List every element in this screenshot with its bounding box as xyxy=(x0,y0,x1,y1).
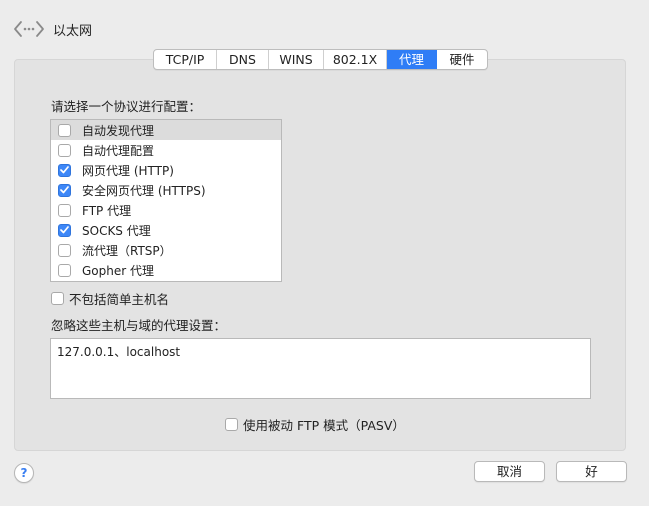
list-item-auto-discovery[interactable]: 自动发现代理 xyxy=(51,120,281,140)
list-item-socks[interactable]: SOCKS 代理 xyxy=(51,220,281,240)
list-item-label: 自动发现代理 xyxy=(82,123,155,138)
list-item-http[interactable]: 网页代理 (HTTP) xyxy=(51,160,281,180)
list-item-label: FTP 代理 xyxy=(82,203,132,218)
header: 以太网 xyxy=(0,0,649,56)
passive-ftp-option[interactable]: 使用被动 FTP 模式（PASV） xyxy=(225,415,405,434)
checkbox[interactable] xyxy=(58,183,71,197)
passive-ftp-label: 使用被动 FTP 模式（PASV） xyxy=(243,418,405,433)
tab-wins[interactable]: WINS xyxy=(269,50,324,69)
ok-button[interactable]: 好 xyxy=(556,461,627,482)
exclude-simple-checkbox[interactable] xyxy=(51,292,64,305)
help-button[interactable]: ? xyxy=(14,463,34,483)
checkbox[interactable] xyxy=(58,163,71,177)
checkbox[interactable] xyxy=(58,223,71,237)
back-forward-icon[interactable] xyxy=(13,15,45,43)
checkbox[interactable] xyxy=(58,143,71,157)
list-item-ftp[interactable]: FTP 代理 xyxy=(51,200,281,220)
tab-bar: TCP/IP DNS WINS 802.1X 代理 硬件 xyxy=(153,49,488,70)
bypass-hosts-field[interactable]: 127.0.0.1、localhost xyxy=(50,338,591,399)
protocol-list-label: 请选择一个协议进行配置： xyxy=(51,99,202,114)
bypass-label: 忽略这些主机与域的代理设置： xyxy=(51,318,227,333)
list-item-gopher[interactable]: Gopher 代理 xyxy=(51,260,281,280)
list-item-label: SOCKS 代理 xyxy=(82,223,151,238)
window-title: 以太网 xyxy=(53,24,93,39)
tab-hardware[interactable]: 硬件 xyxy=(437,50,487,69)
checkbox[interactable] xyxy=(58,263,71,277)
list-item-label: 安全网页代理 (HTTPS) xyxy=(82,183,206,198)
network-advanced-window: 以太网 TCP/IP DNS WINS 802.1X 代理 硬件 请选择一个协议… xyxy=(0,0,649,506)
checkbox[interactable] xyxy=(58,203,71,217)
list-item-label: Gopher 代理 xyxy=(82,263,154,278)
exclude-simple-hostnames[interactable]: 不包括简单主机名 xyxy=(51,289,169,308)
checkbox[interactable] xyxy=(58,123,71,137)
list-item-rtsp[interactable]: 流代理（RTSP） xyxy=(51,240,281,260)
passive-ftp-checkbox[interactable] xyxy=(225,418,238,431)
tab-dns[interactable]: DNS xyxy=(217,50,269,69)
list-item-label: 流代理（RTSP） xyxy=(82,243,172,258)
tab-tcpip[interactable]: TCP/IP xyxy=(154,50,217,69)
list-item-label: 自动代理配置 xyxy=(82,143,155,158)
cancel-button[interactable]: 取消 xyxy=(474,461,545,482)
exclude-simple-label: 不包括简单主机名 xyxy=(69,292,170,307)
checkbox[interactable] xyxy=(58,243,71,257)
tab-8021x[interactable]: 802.1X xyxy=(324,50,387,69)
tab-proxies[interactable]: 代理 xyxy=(387,50,437,69)
list-item-label: 网页代理 (HTTP) xyxy=(82,163,174,178)
protocol-list: 自动发现代理 自动代理配置 网页代理 (HTTP) 安全网页代理 (HTTPS)… xyxy=(50,119,282,282)
list-item-https[interactable]: 安全网页代理 (HTTPS) xyxy=(51,180,281,200)
list-item-auto-config[interactable]: 自动代理配置 xyxy=(51,140,281,160)
